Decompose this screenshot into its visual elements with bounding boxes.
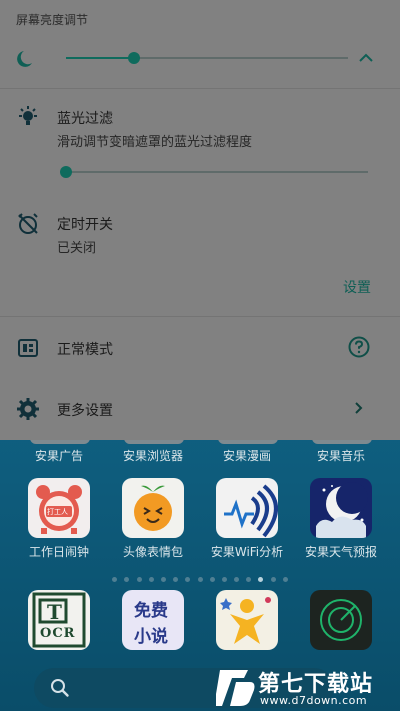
page-dot[interactable] — [124, 577, 130, 582]
gear-icon — [17, 398, 39, 420]
blue-filter-subtitle: 滑动调节变暗遮罩的蓝光过滤程度 — [57, 135, 253, 150]
ocr-text: OCR — [40, 626, 76, 641]
app-label-ads[interactable]: 安果广告 — [12, 447, 106, 464]
page-dot[interactable] — [148, 577, 154, 582]
chevron-right-icon[interactable] — [354, 401, 364, 415]
more-settings-row[interactable]: 更多设置 — [0, 384, 400, 434]
watermark-logo-icon — [216, 670, 255, 706]
app-label: 安果天气预报 — [304, 545, 377, 559]
page-dot[interactable] — [112, 577, 118, 582]
app-workday-alarm[interactable]: 打工人 工作日闹钟 — [12, 478, 106, 560]
app-label-browser[interactable]: 安果浏览器 — [106, 447, 200, 464]
ocr-icon[interactable]: T OCR — [28, 590, 90, 650]
page-dot[interactable] — [160, 577, 166, 582]
blue-filter-title: 蓝光过滤 — [57, 111, 113, 127]
alarm-off-icon — [18, 213, 38, 234]
weather-moon-icon — [310, 478, 372, 538]
app-label-music[interactable]: 安果音乐 — [294, 447, 388, 464]
brightness-slider-fill — [66, 57, 134, 59]
star-person-icon[interactable] — [216, 590, 278, 650]
timer-title: 定时开关 — [57, 217, 113, 233]
brightness-row — [0, 40, 400, 76]
svg-text:T: T — [47, 600, 62, 624]
page-indicator — [0, 567, 400, 586]
page-dot[interactable] — [173, 577, 179, 582]
app-avatar-emoji[interactable]: 头像表情包 — [106, 478, 200, 560]
watermark-url: www.d7down.com — [260, 694, 368, 707]
more-settings-label: 更多设置 — [57, 403, 113, 419]
page-dot[interactable] — [221, 577, 227, 582]
page-dot[interactable] — [270, 577, 276, 582]
brightness-panel: 屏幕亮度调节 蓝光过滤 滑动调节变暗遮罩的蓝光过滤程度 定时开关 已关闭 设置 — [0, 0, 400, 440]
search-icon — [51, 679, 69, 697]
emoji-orange-icon — [122, 478, 184, 538]
app-weather[interactable]: 安果天气预报 — [294, 478, 388, 560]
page-dot[interactable] — [185, 577, 191, 582]
free-novel-text-1: 免费 — [134, 601, 168, 621]
site-watermark: 第七下载站 www.d7down.com — [216, 664, 400, 711]
brightness-slider-handle[interactable] — [127, 52, 140, 64]
mode-chip-icon — [18, 339, 38, 357]
bulb-icon — [19, 106, 37, 125]
timer-settings-link[interactable]: 设置 — [343, 277, 371, 297]
page-dot[interactable] — [246, 577, 252, 582]
page-dot[interactable] — [197, 577, 203, 582]
panel-header: 屏幕亮度调节 — [16, 13, 89, 27]
alarm-badge-text: 打工人 — [47, 508, 68, 516]
help-icon[interactable] — [348, 336, 370, 358]
wifi-analyzer-icon — [216, 478, 278, 538]
divider — [0, 88, 400, 89]
free-novel-icon[interactable]: 免费 小说 — [122, 590, 184, 650]
app-label: 头像表情包 — [122, 545, 183, 559]
timer-status: 已关闭 — [57, 241, 97, 256]
blue-filter-slider[interactable] — [66, 171, 368, 173]
app-wifi-analyzer[interactable]: 安果WiFi分析 — [200, 478, 294, 560]
page-dot[interactable] — [209, 577, 215, 582]
chevron-up-icon[interactable] — [358, 50, 374, 64]
page-dot[interactable] — [234, 577, 240, 582]
app-label: 安果WiFi分析 — [210, 545, 284, 559]
page-dot-active[interactable] — [258, 577, 264, 582]
alarm-clock-icon: 打工人 — [28, 478, 90, 538]
app-label-comics[interactable]: 安果漫画 — [200, 447, 294, 464]
app-row-top: 安果广告 安果浏览器 安果漫画 安果音乐 — [0, 440, 400, 470]
app-label: 工作日闹钟 — [28, 545, 89, 559]
mode-row[interactable]: 正常模式 — [0, 322, 400, 372]
divider — [0, 316, 400, 317]
free-novel-text-2: 小说 — [134, 627, 168, 647]
radar-icon[interactable] — [310, 590, 372, 650]
moon-icon — [17, 51, 32, 67]
mode-label: 正常模式 — [57, 342, 113, 358]
blue-filter-slider-handle[interactable] — [60, 166, 72, 178]
page-dot[interactable] — [282, 577, 288, 582]
page-dot[interactable] — [136, 577, 142, 582]
